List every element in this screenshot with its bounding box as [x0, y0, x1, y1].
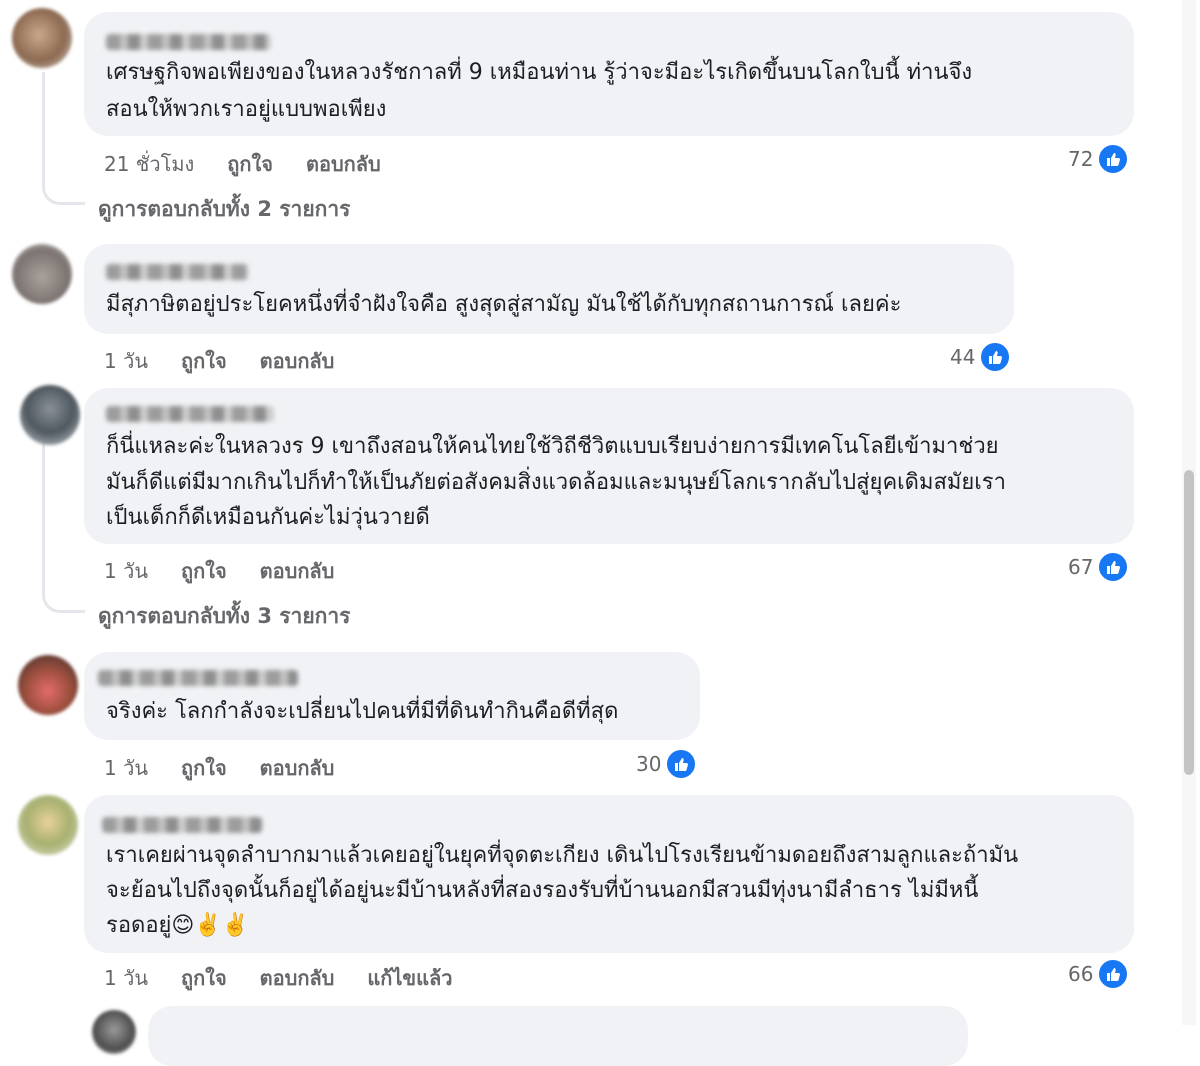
reaction-count-value: 67 [1068, 555, 1094, 579]
like-button[interactable]: ถูกใจ [181, 559, 227, 583]
comment-actions: 1 วัน ถูกใจ ตอบกลับ [104, 345, 360, 377]
comment-timestamp[interactable]: 1 วัน [104, 349, 148, 373]
comment-text: เป็นเด็กก็ดีเหมือนกันค่ะไม่วุ่นวายดี [106, 505, 430, 530]
comment-timestamp[interactable]: 1 วัน [104, 966, 148, 990]
reaction-count[interactable]: 44 [950, 341, 1012, 373]
comment-actions: 1 วัน ถูกใจ ตอบกลับ แก้ไขแล้ว [104, 962, 478, 994]
comment-text: เราเคยผ่านจุดลำบากมาแล้วเคยอยู่ในยุคที่จ… [106, 843, 1019, 868]
like-button[interactable]: ถูกใจ [181, 966, 227, 990]
comment-actions: 21 ชั่วโมง ถูกใจ ตอบกลับ [104, 148, 407, 180]
comment-bubble: ก็นี่แหละค่ะในหลวงร 9 เขาถึงสอนให้คนไทยใ… [84, 388, 1134, 544]
comment-bubble: เราเคยผ่านจุดลำบากมาแล้วเคยอยู่ในยุคที่จ… [84, 795, 1134, 953]
commenter-name-redacted[interactable] [106, 406, 274, 422]
comment-bubble: เศรษฐกิจพอเพียงของในหลวงรัชกาลที่ 9 เหมื… [84, 12, 1134, 136]
comment-timestamp[interactable]: 1 วัน [104, 756, 148, 780]
comment-text: จริงค่ะ โลกกำลังจะเปลี่ยนไปคนที่มีที่ดิน… [106, 699, 619, 724]
thread-line [42, 72, 45, 172]
thread-connector [42, 580, 85, 613]
comment-text: จะย้อนไปถึงจุดนั้นก็อยู่ได้อยู่นะมีบ้านห… [106, 878, 979, 903]
thumbs-up-icon [979, 341, 1012, 373]
reaction-count[interactable]: 67 [1068, 551, 1130, 583]
avatar[interactable] [92, 1010, 136, 1054]
thread-connector [42, 172, 85, 205]
avatar[interactable] [12, 8, 72, 68]
comment-text: มีสุภาษิตอยู่ประโยคหนึ่งที่จำฝังใจคือ สู… [106, 292, 902, 317]
thumbs-up-icon [1097, 958, 1130, 990]
comment-bubble [148, 1006, 968, 1066]
comment-actions: 1 วัน ถูกใจ ตอบกลับ [104, 555, 360, 587]
view-replies-link[interactable]: ดูการตอบกลับทั้ง 3 รายการ [98, 600, 350, 633]
reply-button[interactable]: ตอบกลับ [306, 152, 381, 176]
thumbs-up-icon [1097, 143, 1130, 175]
reply-button[interactable]: ตอบกลับ [260, 349, 335, 373]
comment-text: เศรษฐกิจพอเพียงของในหลวงรัชกาลที่ 9 เหมื… [106, 60, 973, 85]
commenter-name-redacted[interactable] [102, 817, 262, 833]
comment-text: รอดอยู่😊✌️✌️ [106, 913, 250, 938]
commenter-name-redacted[interactable] [106, 34, 271, 50]
comment-bubble: มีสุภาษิตอยู่ประโยคหนึ่งที่จำฝังใจคือ สู… [84, 244, 1014, 334]
thumbs-up-icon [665, 748, 698, 780]
avatar[interactable] [12, 244, 72, 304]
reaction-count[interactable]: 66 [1068, 958, 1130, 990]
reply-button[interactable]: ตอบกลับ [260, 559, 335, 583]
thread-line [42, 440, 45, 580]
comment-timestamp[interactable]: 21 ชั่วโมง [104, 152, 194, 176]
view-replies-link[interactable]: ดูการตอบกลับทั้ง 2 รายการ [98, 193, 350, 226]
reaction-count-value: 72 [1068, 147, 1094, 171]
comment-timestamp[interactable]: 1 วัน [104, 559, 148, 583]
commenter-name-redacted[interactable] [98, 670, 298, 686]
avatar[interactable] [18, 795, 78, 855]
reaction-count-value: 30 [636, 752, 662, 776]
comment-text: ก็นี่แหละค่ะในหลวงร 9 เขาถึงสอนให้คนไทยใ… [106, 434, 999, 459]
comment-bubble: จริงค่ะ โลกกำลังจะเปลี่ยนไปคนที่มีที่ดิน… [84, 652, 700, 740]
edited-label[interactable]: แก้ไขแล้ว [367, 966, 452, 990]
comment-text: สอนให้พวกเราอยู่แบบพอเพียง [106, 97, 387, 122]
scrollbar-thumb[interactable] [1184, 470, 1194, 775]
thumbs-up-icon [1097, 551, 1130, 583]
reaction-count[interactable]: 72 [1068, 143, 1130, 175]
reply-button[interactable]: ตอบกลับ [260, 966, 335, 990]
commenter-name-redacted[interactable] [106, 264, 248, 280]
like-button[interactable]: ถูกใจ [181, 349, 227, 373]
comment-text: มันก็ดีแต่มีมากเกินไปก็ทำให้เป็นภัยต่อสั… [106, 470, 1006, 495]
avatar[interactable] [20, 385, 80, 445]
reaction-count-value: 66 [1068, 962, 1094, 986]
reaction-count[interactable]: 30 [636, 748, 698, 780]
comment-actions: 1 วัน ถูกใจ ตอบกลับ [104, 752, 360, 784]
reply-button[interactable]: ตอบกลับ [260, 756, 335, 780]
avatar[interactable] [18, 655, 78, 715]
reaction-count-value: 44 [950, 345, 976, 369]
like-button[interactable]: ถูกใจ [227, 152, 273, 176]
like-button[interactable]: ถูกใจ [181, 756, 227, 780]
